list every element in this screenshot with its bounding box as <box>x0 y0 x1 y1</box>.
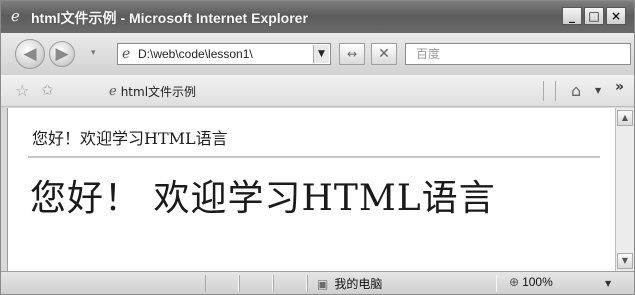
zone-label: 我的电脑 <box>334 277 383 291</box>
address-dropdown-button[interactable]: ▼ <box>313 45 329 63</box>
status-panel <box>273 275 307 292</box>
status-panel <box>205 275 239 292</box>
zoom-dropdown-button[interactable]: ▼ <box>605 279 611 288</box>
back-arrow-icon: ◀ <box>23 44 37 64</box>
forward-arrow-icon: ▶ <box>55 44 69 64</box>
zoom-icon: ⊕ <box>509 275 520 289</box>
stop-icon: ✕ <box>378 46 390 62</box>
stop-button[interactable]: ✕ <box>371 43 397 65</box>
home-icon[interactable]: ⌂ <box>571 81 581 100</box>
page-icon: ℯ <box>109 83 117 99</box>
ie-logo-icon: ℯ <box>11 7 20 25</box>
page-content: 您好！欢迎学习HTML语言 您好！ 欢迎学习HTML语言 <box>7 108 615 271</box>
scroll-up-button[interactable]: ▲ <box>617 110 633 126</box>
navigation-bar: ◀ ▶ ▾ ℯ D:\web\code\lesson1\ ▼ ↔ ✕ <box>1 33 634 75</box>
status-panel <box>239 275 273 292</box>
address-text[interactable]: D:\web\code\lesson1\ <box>138 47 306 61</box>
title-bar: ℯ html文件示例 - Microsoft Internet Explorer… <box>1 1 634 33</box>
window-title: html文件示例 - Microsoft Internet Explorer <box>31 10 308 26</box>
tab-label: html文件示例 <box>120 84 197 99</box>
scroll-down-button[interactable]: ▼ <box>617 253 633 269</box>
page-heading-small: 您好！欢迎学习HTML语言 <box>32 129 228 148</box>
search-box[interactable] <box>405 43 631 65</box>
favorites-star-icon[interactable]: ☆ <box>15 81 29 100</box>
recent-pages-dropdown[interactable]: ▾ <box>91 48 96 58</box>
toolbar-divider <box>543 81 544 101</box>
forward-button[interactable]: ▶ <box>49 41 75 67</box>
status-bar: ▣ 我的电脑 ⊕ 100% ▼ <box>1 271 634 294</box>
refresh-icon: ↔ <box>346 47 358 61</box>
zoom-level: 100% <box>522 275 553 289</box>
zoom-control[interactable]: ⊕ 100% <box>509 275 553 289</box>
horizontal-rule <box>28 156 600 158</box>
tab-html-example[interactable]: ℯ html文件示例 <box>109 80 196 102</box>
vertical-scrollbar[interactable]: ▲ ▼ <box>615 108 634 271</box>
back-button[interactable]: ◀ <box>15 39 45 69</box>
maximize-button[interactable]: □ <box>584 7 604 25</box>
search-input[interactable] <box>406 44 630 64</box>
favorites-bar: ☆ ✩ ℯ html文件示例 ⌂ ▼ » <box>1 75 634 107</box>
computer-icon: ▣ <box>317 276 329 291</box>
minimize-button[interactable]: _ <box>562 7 582 25</box>
more-tools-chevron-icon[interactable]: » <box>615 79 624 95</box>
security-zone[interactable]: ▣ 我的电脑 <box>317 275 382 292</box>
toolbar-divider <box>555 81 556 101</box>
refresh-button[interactable]: ↔ <box>339 43 365 65</box>
window-controls: _ □ × <box>562 7 626 25</box>
add-favorites-icon[interactable]: ✩ <box>41 81 54 99</box>
address-bar[interactable]: ℯ D:\web\code\lesson1\ ▼ <box>117 43 331 65</box>
page-heading-large: 您好！ 欢迎学习HTML语言 <box>30 178 496 219</box>
home-dropdown-button[interactable]: ▼ <box>595 86 601 95</box>
page-icon: ℯ <box>122 46 131 62</box>
browser-window: ℯ html文件示例 - Microsoft Internet Explorer… <box>0 0 635 295</box>
close-button[interactable]: × <box>606 7 626 25</box>
